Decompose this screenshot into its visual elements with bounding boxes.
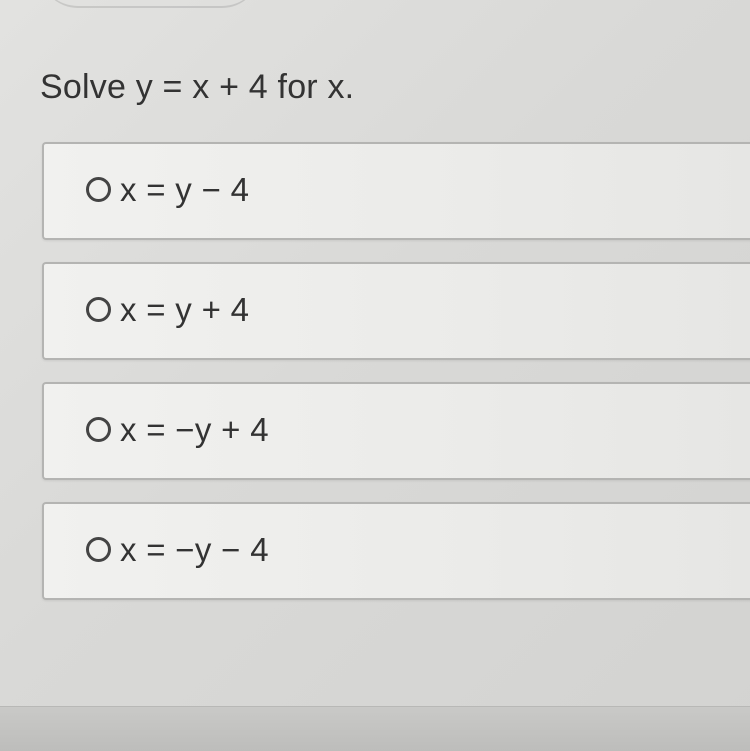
question-text: Solve y = x + 4 for x.: [40, 68, 355, 106]
cropped-header-text: [40, 0, 260, 8]
answer-option-2[interactable]: x = y + 4: [42, 262, 750, 360]
quiz-screen: Solve y = x + 4 for x. x = y − 4 x = y +…: [0, 0, 750, 751]
answer-option-label: x = y − 4: [120, 171, 250, 208]
radio-button-icon[interactable]: [86, 297, 111, 322]
radio-button-icon[interactable]: [86, 177, 111, 202]
answer-option-1[interactable]: x = y − 4: [42, 142, 750, 240]
answer-option-4[interactable]: x = −y − 4: [42, 502, 750, 600]
answer-option-3[interactable]: x = −y + 4: [42, 382, 750, 480]
answer-option-label: x = y + 4: [120, 291, 250, 328]
radio-button-icon[interactable]: [86, 417, 111, 442]
answer-option-label: x = −y − 4: [120, 531, 269, 568]
radio-button-icon[interactable]: [86, 537, 111, 562]
screen-bottom-bezel: [0, 706, 750, 751]
answer-option-label: x = −y + 4: [120, 411, 269, 448]
